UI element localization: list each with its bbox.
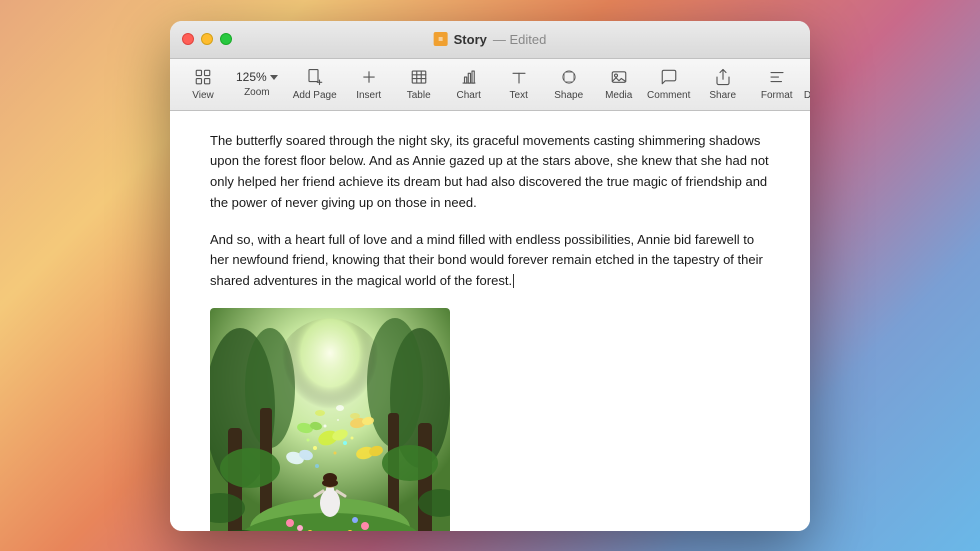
table-label: Table bbox=[407, 90, 431, 101]
insert-icon bbox=[359, 67, 379, 87]
comment-icon bbox=[659, 67, 679, 87]
paragraph-1[interactable]: The butterfly soared through the night s… bbox=[210, 131, 770, 214]
page[interactable]: The butterfly soared through the night s… bbox=[170, 111, 810, 531]
shape-label: Shape bbox=[554, 90, 583, 101]
comment-button[interactable]: Comment bbox=[644, 63, 694, 105]
paragraph-2-text: And so, with a heart full of love and a … bbox=[210, 232, 763, 289]
share-icon bbox=[713, 67, 733, 87]
maximize-button[interactable] bbox=[220, 33, 232, 45]
document-icon bbox=[434, 32, 448, 46]
table-button[interactable]: Table bbox=[394, 63, 444, 105]
view-button[interactable]: View bbox=[178, 63, 228, 105]
comment-label: Comment bbox=[647, 90, 690, 101]
window-title: Story bbox=[454, 32, 487, 47]
add-page-button[interactable]: Add Page bbox=[290, 63, 340, 105]
close-button[interactable] bbox=[182, 33, 194, 45]
share-button[interactable]: Share bbox=[698, 63, 748, 105]
add-page-icon bbox=[305, 67, 325, 87]
app-window: Story — Edited View 125% Zoom bbox=[170, 21, 810, 531]
text-cursor bbox=[513, 274, 514, 288]
media-icon bbox=[609, 67, 629, 87]
format-button[interactable]: Format bbox=[752, 63, 802, 105]
format-label: Format bbox=[761, 90, 793, 101]
insert-button[interactable]: Insert bbox=[344, 63, 394, 105]
title-bar: Story — Edited bbox=[170, 21, 810, 59]
zoom-control[interactable]: 125% Zoom bbox=[228, 66, 286, 102]
document-label: Document bbox=[804, 90, 810, 101]
story-image bbox=[210, 308, 450, 530]
share-label: Share bbox=[709, 90, 736, 101]
media-label: Media bbox=[605, 90, 632, 101]
table-icon bbox=[409, 67, 429, 87]
add-page-label: Add Page bbox=[293, 90, 337, 101]
zoom-value: 125% bbox=[236, 70, 267, 84]
format-icon bbox=[767, 67, 787, 87]
text-label: Text bbox=[510, 90, 528, 101]
chart-label: Chart bbox=[456, 90, 480, 101]
chart-button[interactable]: Chart bbox=[444, 63, 494, 105]
text-button[interactable]: Text bbox=[494, 63, 544, 105]
insert-label: Insert bbox=[356, 90, 381, 101]
shape-button[interactable]: Shape bbox=[544, 63, 594, 105]
title-bar-center: Story — Edited bbox=[434, 32, 547, 47]
media-button[interactable]: Media bbox=[594, 63, 644, 105]
view-label: View bbox=[192, 90, 214, 101]
window-subtitle: — Edited bbox=[493, 32, 546, 47]
paragraph-2[interactable]: And so, with a heart full of love and a … bbox=[210, 230, 770, 292]
zoom-label: Zoom bbox=[244, 87, 270, 98]
document-area[interactable]: The butterfly soared through the night s… bbox=[170, 111, 810, 531]
view-icon bbox=[193, 67, 213, 87]
chart-icon bbox=[459, 67, 479, 87]
zoom-value-row: 125% bbox=[236, 70, 278, 84]
minimize-button[interactable] bbox=[201, 33, 213, 45]
toolbar: View 125% Zoom Add Page bbox=[170, 59, 810, 111]
text-icon bbox=[509, 67, 529, 87]
shape-icon bbox=[559, 67, 579, 87]
traffic-lights bbox=[182, 33, 232, 45]
document-button[interactable]: Document bbox=[802, 63, 810, 105]
